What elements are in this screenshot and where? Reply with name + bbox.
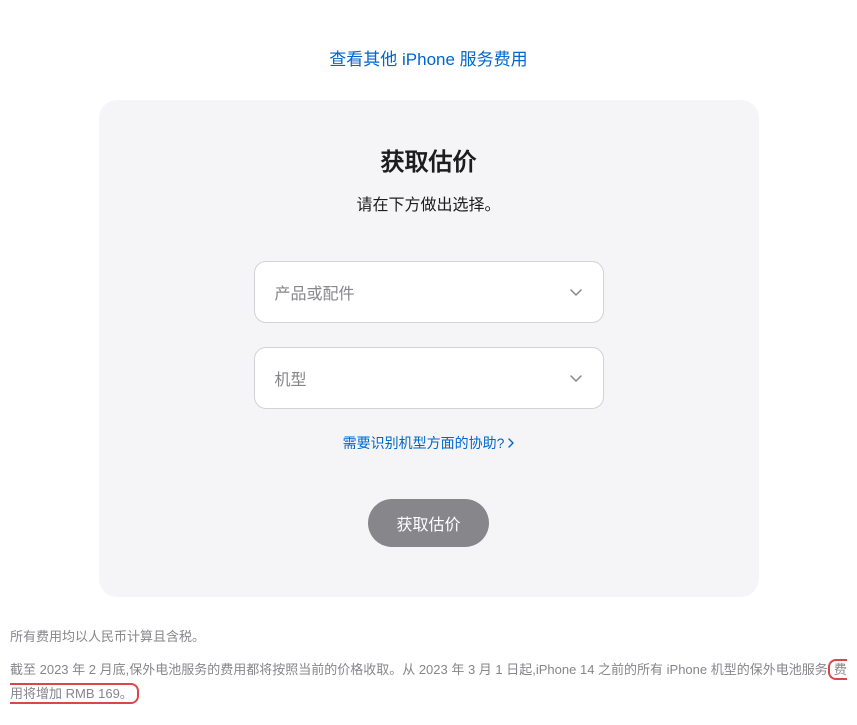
card-subtitle: 请在下方做出选择。 xyxy=(139,191,719,215)
help-link-container: 需要识别机型方面的协助? xyxy=(139,433,719,453)
product-select-placeholder: 产品或配件 xyxy=(275,280,355,304)
product-select[interactable]: 产品或配件 xyxy=(254,261,604,323)
other-services-link[interactable]: 查看其他 iPhone 服务费用 xyxy=(329,50,527,69)
estimate-card: 获取估价 请在下方做出选择。 产品或配件 机型 需要识别机型方面的协助? 获取估… xyxy=(99,100,759,597)
chevron-down-icon xyxy=(569,371,583,385)
model-select[interactable]: 机型 xyxy=(254,347,604,409)
model-select-placeholder: 机型 xyxy=(275,366,307,390)
footer-line-2-text: 截至 2023 年 2 月底,保外电池服务的费用都将按照当前的价格收取。从 20… xyxy=(10,662,828,677)
get-estimate-button[interactable]: 获取估价 xyxy=(368,499,488,547)
chevron-down-icon xyxy=(569,285,583,299)
chevron-right-icon xyxy=(508,435,514,451)
top-link-container: 查看其他 iPhone 服务费用 xyxy=(0,0,857,100)
card-title: 获取估价 xyxy=(139,142,719,177)
footer-line-1: 所有费用均以人民币计算且含税。 xyxy=(10,625,847,650)
footer: 所有费用均以人民币计算且含税。 截至 2023 年 2 月底,保外电池服务的费用… xyxy=(0,597,857,725)
help-link-label: 需要识别机型方面的协助? xyxy=(343,433,505,453)
identify-model-help-link[interactable]: 需要识别机型方面的协助? xyxy=(343,433,515,453)
footer-line-2: 截至 2023 年 2 月底,保外电池服务的费用都将按照当前的价格收取。从 20… xyxy=(10,658,847,707)
